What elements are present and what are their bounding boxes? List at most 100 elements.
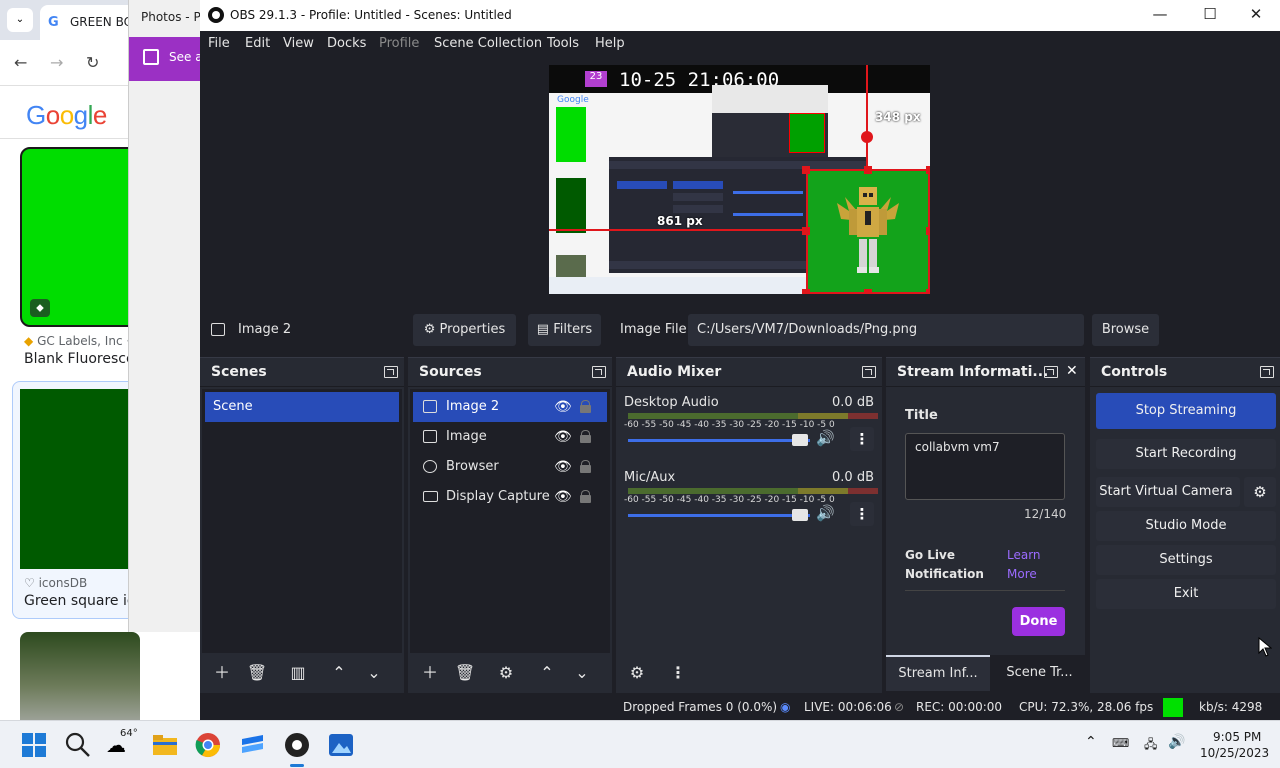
resize-handle-b[interactable] [864,289,872,294]
eye-icon[interactable]: 👁 [554,422,572,452]
menu-help[interactable]: Help [595,36,625,51]
browse-button[interactable]: Browse [1092,314,1159,346]
resize-handle-l[interactable] [802,227,810,235]
resize-handle-bl[interactable] [802,289,810,294]
undock-icon[interactable] [592,366,606,378]
properties-button[interactable]: ⚙ Properties [413,314,516,346]
back-arrow-icon[interactable]: ← [14,53,27,72]
source-item-browser[interactable]: Browser 👁 [413,452,607,482]
eye-icon[interactable]: 👁 [554,392,572,422]
menu-profile[interactable]: Profile [379,36,419,51]
keyboard-icon[interactable]: ⌨ [1112,736,1129,750]
tab-search-button[interactable]: ⌄ [7,8,33,32]
scene-filters-button[interactable]: ▥ [283,658,313,688]
mixer-menu-icon[interactable]: ⋮ [663,658,693,688]
menu-file[interactable]: File [208,36,230,51]
preview-nested-taskbar [549,277,807,294]
minimize-button[interactable]: — [1145,5,1175,23]
studio-mode-button[interactable]: Studio Mode [1096,511,1276,541]
move-scene-up-button[interactable]: ⌃ [324,658,354,688]
close-button[interactable]: ✕ [1241,5,1271,23]
image-path-field[interactable]: C:/Users/VM7/Downloads/Png.png [688,314,1084,346]
volume-slider[interactable] [628,514,810,517]
clock-time[interactable]: 9:05 PM [1213,730,1261,744]
result-image-1[interactable]: ⬥ [20,147,140,327]
virtual-camera-gear-icon[interactable]: ⚙ [1244,477,1276,507]
eye-icon[interactable]: 👁 [554,482,572,512]
remove-scene-button[interactable]: 🗑 [242,658,272,688]
google-logo[interactable]: Google [26,100,107,131]
chevron-up-icon[interactable]: ⌃ [1085,734,1097,750]
scene-item[interactable]: Scene [205,392,399,422]
source-item-image-2[interactable]: Image 2 👁 [413,392,607,422]
lock-icon[interactable] [580,400,591,413]
filters-button[interactable]: ▤ Filters [528,314,601,346]
lock-icon[interactable] [580,430,591,443]
undock-icon[interactable] [862,366,876,378]
speaker-icon[interactable]: 🔊 [816,429,835,447]
add-scene-button[interactable]: ＋ [207,658,237,688]
menu-scene-collection[interactable]: Scene Collection [434,36,542,51]
clock-date[interactable]: 10/25/2023 [1200,746,1269,760]
more-options-icon[interactable]: ⋮ [850,427,874,451]
chrome-icon[interactable] [194,731,222,759]
menu-edit[interactable]: Edit [245,36,270,51]
source-properties-button[interactable]: ⚙ [491,658,521,688]
result1-title[interactable]: Blank Fluorescen [24,351,143,367]
result-image-3[interactable] [20,632,140,720]
file-explorer-icon[interactable] [151,731,179,759]
volume-slider[interactable] [628,439,810,442]
lock-icon[interactable] [580,460,591,473]
photos-taskbar-icon[interactable] [327,731,355,759]
obs-titlebar[interactable]: OBS 29.1.3 - Profile: Untitled - Scenes:… [200,0,1280,31]
undock-icon[interactable] [384,366,398,378]
done-button[interactable]: Done [1012,607,1065,636]
stop-streaming-button[interactable]: Stop Streaming [1096,393,1276,429]
maximize-button[interactable]: ☐ [1195,5,1225,23]
result2-title[interactable]: Green square ico [24,593,143,609]
search-icon[interactable] [64,731,92,759]
add-source-button[interactable]: ＋ [415,658,445,688]
move-source-up-button[interactable]: ⌃ [532,658,562,688]
menu-tools[interactable]: Tools [547,36,579,51]
move-scene-down-button[interactable]: ⌄ [359,658,389,688]
volume-slider-knob[interactable] [792,509,808,521]
resize-handle-br[interactable] [926,289,930,294]
source-item-display-capture[interactable]: Display Capture 👁 [413,482,607,512]
resize-handle-r[interactable] [926,227,930,235]
settings-button[interactable]: Settings [1096,545,1276,575]
volume-slider-knob[interactable] [792,434,808,446]
volume-icon[interactable]: 🔊 [1168,734,1185,750]
undock-icon[interactable] [1260,366,1274,378]
resize-handle-tl[interactable] [802,166,810,174]
start-virtual-camera-button[interactable]: Start Virtual Camera [1096,477,1240,507]
result-image-2[interactable] [20,389,140,569]
menu-docks[interactable]: Docks [327,36,366,51]
app-icon[interactable] [239,731,267,759]
tab-scene-transitions[interactable]: Scene Tr... [994,655,1085,691]
learn-more-link[interactable]: Learn More [1007,546,1057,584]
move-source-down-button[interactable]: ⌄ [567,658,597,688]
more-options-icon[interactable]: ⋮ [850,502,874,526]
stream-title-input[interactable]: collabvm vm7 [905,433,1065,500]
reload-icon[interactable]: ↻ [86,53,99,72]
start-recording-button[interactable]: Start Recording [1096,439,1276,469]
lock-icon[interactable] [580,490,591,503]
speaker-icon[interactable]: 🔊 [816,504,835,522]
exit-button[interactable]: Exit [1096,579,1276,609]
advanced-audio-gear-icon[interactable]: ⚙ [622,658,652,688]
forward-arrow-icon[interactable]: → [50,53,63,72]
windows-start-icon[interactable] [20,731,48,759]
preview-canvas[interactable]: 23 10-25 21:06:00 Google 348 px 861 px [549,65,930,294]
obs-taskbar-icon[interactable] [283,731,311,759]
menu-view[interactable]: View [283,36,314,51]
source-item-image[interactable]: Image 👁 [413,422,607,452]
resize-handle-tr[interactable] [926,166,930,174]
close-dock-icon[interactable]: ✕ [1066,363,1078,379]
tab-stream-info[interactable]: Stream Inf... [886,655,990,691]
undock-icon[interactable] [1044,366,1058,378]
eye-icon[interactable]: 👁 [554,452,572,482]
remove-source-button[interactable]: 🗑 [450,658,480,688]
network-icon[interactable]: 🖧 [1144,735,1157,756]
resize-handle-t[interactable] [864,166,872,174]
